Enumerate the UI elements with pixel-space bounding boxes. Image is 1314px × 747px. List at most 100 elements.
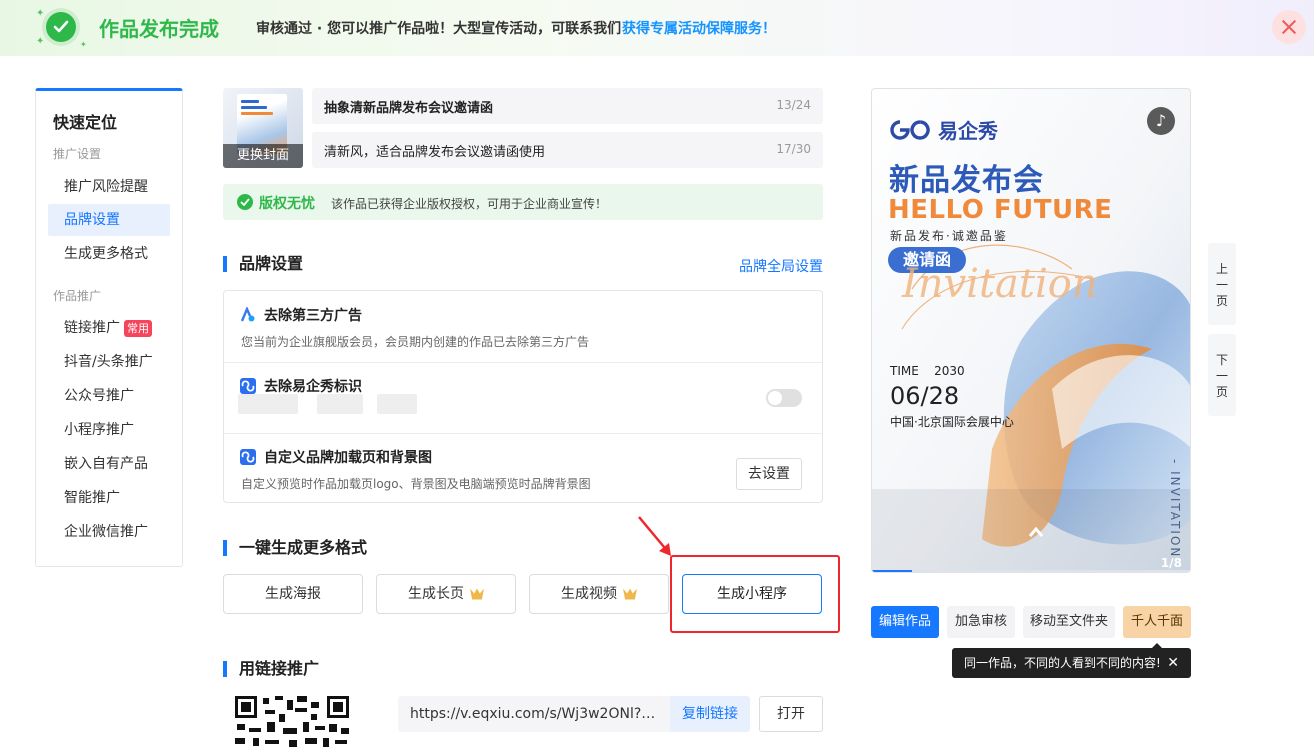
sparkle-icon: ✦ xyxy=(36,36,45,47)
copyright-notice: 版权无忧 该作品已获得企业版权授权，可用于企业商业宣传！ xyxy=(223,184,823,220)
preview-subtitle: 新品发布·诚邀品鉴 xyxy=(890,229,1008,243)
remove-ads-desc: 您当前为企业旗舰版会员，会员期内创建的作品已去除第三方广告 xyxy=(241,335,590,349)
remove-logo-row: 去除易企秀标识 xyxy=(224,362,822,433)
formats-section-title: 一键生成更多格式 xyxy=(223,540,367,556)
blurred-text xyxy=(377,394,417,414)
nav-item-embed[interactable]: 嵌入自有产品 xyxy=(48,448,170,480)
remove-ads-title: 去除第三方广告 xyxy=(264,308,362,324)
music-note-icon[interactable]: ♪ xyxy=(1147,107,1175,135)
work-title-input[interactable]: 抽象清新品牌发布会议邀请函 13/24 xyxy=(312,88,823,124)
preview-logo-text: 易企秀 xyxy=(938,119,998,143)
label-char: 页 xyxy=(1215,385,1228,399)
brand-logo-icon xyxy=(240,378,256,394)
nav-item-douyin-promo[interactable]: 抖音/头条推广 xyxy=(48,346,170,378)
nav-item-wechat-official[interactable]: 公众号推广 xyxy=(48,380,170,412)
nav-item-smart-promo[interactable]: 智能推广 xyxy=(48,482,170,514)
banner-message: 审核通过 · 您可以推广作品啦！大型宣传活动，可联系我们 xyxy=(256,21,622,37)
copyright-title: 版权无忧 xyxy=(259,196,315,212)
nav-item-mini-program[interactable]: 小程序推广 xyxy=(48,414,170,446)
prev-page-button[interactable]: 上一页 xyxy=(1208,243,1236,325)
generate-poster-button[interactable]: 生成海报 xyxy=(223,574,363,614)
custom-loading-title: 自定义品牌加载页和背景图 xyxy=(264,450,432,466)
brand-settings-panel: 去除第三方广告 您当前为企业旗舰版会员，会员期内创建的作品已去除第三方广告 去除… xyxy=(223,290,823,503)
urgent-review-button[interactable]: 加急审核 xyxy=(947,606,1015,638)
preview-date: 06/28 xyxy=(890,382,960,410)
label-char: 下 xyxy=(1215,353,1228,367)
nav-item-label: 链接推广 xyxy=(64,320,120,336)
preview-vertical-text: - INVITATION xyxy=(1168,459,1182,559)
work-title-value: 抽象清新品牌发布会议邀请函 xyxy=(324,101,494,116)
nav-item-link-promo[interactable]: 链接推广 常用 xyxy=(48,312,170,344)
work-desc-input[interactable]: 清新风，适合品牌发布会议邀请函使用 17/30 xyxy=(312,132,823,168)
cover-thumbnail[interactable]: 更换封面 xyxy=(223,88,303,168)
label-char: 上 xyxy=(1215,262,1228,276)
share-url-value: https://v.eqxiu.com/s/Wj3w2ONl?bt=yxy&ei… xyxy=(410,706,658,722)
preview-script-word: Invitation xyxy=(902,261,1098,307)
nav-item-risk-alert[interactable]: 推广风险提醒 xyxy=(48,171,170,203)
close-icon[interactable] xyxy=(1272,10,1306,44)
next-page-label: 下一页 xyxy=(1208,352,1236,400)
change-cover-button[interactable]: 更换封面 xyxy=(223,144,303,168)
success-banner: ✦ ✦ ✦ 作品发布完成 审核通过 · 您可以推广作品啦！大型宣传活动，可联系我… xyxy=(0,0,1314,56)
preview-hello: HELLO FUTURE xyxy=(888,195,1113,225)
custom-loading-row: 自定义品牌加载页和背景图 自定义预览时作品加载页logo、背景图及电脑端预览时品… xyxy=(224,433,822,502)
brand-logo-icon xyxy=(240,449,256,465)
open-link-button[interactable]: 打开 xyxy=(759,696,823,732)
vip-crown-icon xyxy=(470,588,484,600)
go-settings-button[interactable]: 去设置 xyxy=(736,458,802,490)
blurred-text xyxy=(238,394,298,414)
title-char-count: 13/24 xyxy=(776,98,811,112)
button-label: 生成视频 xyxy=(561,586,617,602)
copyright-text: 该作品已获得企业版权授权，可用于企业商业宣传！ xyxy=(331,197,608,211)
brand-global-settings-link[interactable]: 品牌全局设置 xyxy=(739,256,823,276)
desc-char-count: 17/30 xyxy=(776,142,811,156)
work-desc-value: 清新风，适合品牌发布会议邀请函使用 xyxy=(324,145,546,160)
sparkle-icon: ✦ xyxy=(80,40,87,49)
edit-work-button[interactable]: 编辑作品 xyxy=(871,606,939,638)
nav-title: 快速定位 xyxy=(53,113,118,132)
time-year: 2030 xyxy=(934,364,965,378)
qr-code[interactable] xyxy=(233,694,351,747)
banner-title: 作品发布完成 xyxy=(99,17,219,41)
nav-group-work-promo: 作品推广 xyxy=(53,289,102,303)
remove-logo-title: 去除易企秀标识 xyxy=(264,379,362,395)
blurred-text xyxy=(317,394,363,414)
nav-item-more-formats[interactable]: 生成更多格式 xyxy=(48,238,170,270)
nav-item-brand-settings[interactable]: 品牌设置 xyxy=(48,204,170,236)
nav-group-promo-settings: 推广设置 xyxy=(53,147,102,161)
personalize-tooltip: 同一作品，不同的人看到不同的内容! ✕ xyxy=(952,643,1191,678)
label-char: 一 xyxy=(1215,278,1228,292)
move-to-folder-button[interactable]: 移动至文件夹 xyxy=(1023,606,1115,638)
share-url-field[interactable]: https://v.eqxiu.com/s/Wj3w2ONl?bt=yxy&ei… xyxy=(398,696,750,732)
generate-longpage-button[interactable]: 生成长页 xyxy=(376,574,516,614)
sparkle-icon: ✦ xyxy=(36,8,45,19)
preview-time: TIME 2030 xyxy=(890,364,965,378)
eqxiu-logo-icon xyxy=(890,120,930,140)
label-char: 一 xyxy=(1215,369,1228,383)
red-highlight-box xyxy=(670,555,840,633)
preview-progress-bar xyxy=(872,570,1190,572)
next-page-button[interactable]: 下一页 xyxy=(1208,334,1236,416)
generate-video-button[interactable]: 生成视频 xyxy=(529,574,669,614)
tooltip-text: 同一作品，不同的人看到不同的内容! xyxy=(964,656,1161,670)
brand-section-title: 品牌设置 xyxy=(223,256,303,272)
link-promo-section-title: 用链接推广 xyxy=(223,661,319,677)
close-icon[interactable]: ✕ xyxy=(1167,648,1179,678)
chevron-up-icon[interactable] xyxy=(1028,526,1044,538)
preview-page-indicator: 1/8 xyxy=(1160,556,1182,570)
remove-ads-row: 去除第三方广告 您当前为企业旗舰版会员，会员期内创建的作品已去除第三方广告 xyxy=(224,291,822,362)
prev-page-label: 上一页 xyxy=(1208,261,1236,309)
work-preview[interactable]: 易企秀 ♪ 新品发布会 HELLO FUTURE 新品发布·诚邀品鉴 邀请函 I… xyxy=(871,88,1191,573)
check-circle-icon xyxy=(237,194,253,210)
preview-title: 新品发布会 xyxy=(889,163,1044,198)
time-label: TIME xyxy=(890,364,919,378)
personalize-button[interactable]: 千人千面 xyxy=(1123,606,1191,638)
nav-item-wecom-promo[interactable]: 企业微信推广 xyxy=(48,516,170,548)
button-label: 生成海报 xyxy=(265,586,321,602)
check-circle-icon xyxy=(46,12,76,42)
copy-link-button[interactable]: 复制链接 xyxy=(670,696,750,732)
remove-logo-toggle[interactable] xyxy=(766,389,802,407)
activity-service-link[interactable]: 获得专属活动保障服务！ xyxy=(622,18,776,38)
label-char: 页 xyxy=(1215,294,1228,308)
custom-loading-desc: 自定义预览时作品加载页logo、背景图及电脑端预览时品牌背景图 xyxy=(241,477,591,491)
